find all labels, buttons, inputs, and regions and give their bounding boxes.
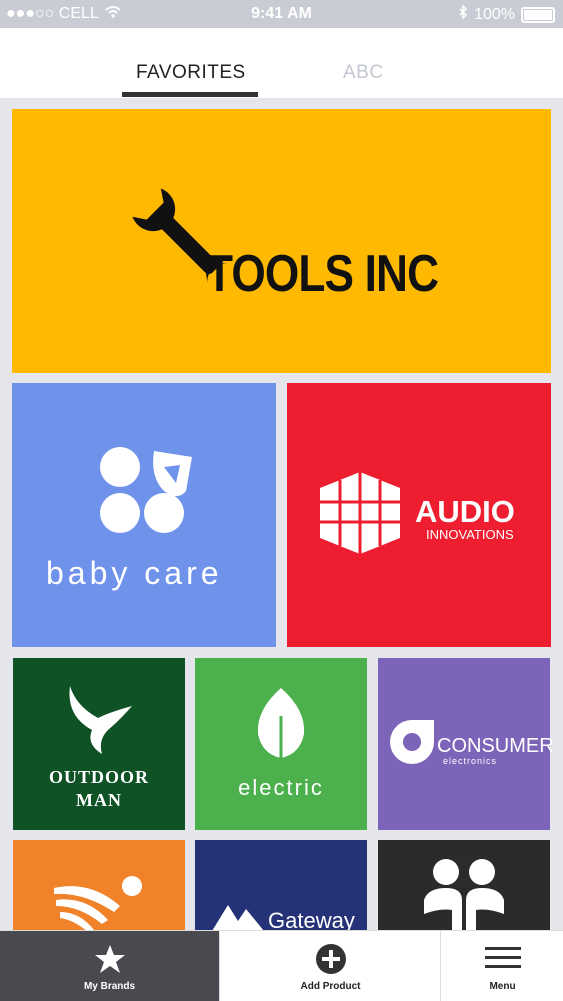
plus-circle-icon (315, 944, 346, 974)
electric-logo-text: electric (238, 775, 324, 800)
tab-my-brands[interactable]: My Brands (0, 931, 219, 1001)
brand-tile-tools-inc[interactable] (12, 109, 551, 373)
leaf-icon (257, 688, 305, 764)
consumer-logo-subtext: electronics (443, 756, 498, 766)
consumer-logo-text: CONSUMER (437, 735, 554, 757)
star-icon (94, 945, 125, 973)
status-right: 100% (459, 4, 555, 24)
active-tab-indicator (122, 92, 258, 97)
c-logo-icon (390, 720, 434, 764)
tools-inc-logo-text: TOOLS INC (206, 245, 439, 303)
clover-icon (100, 447, 192, 533)
bluetooth-icon (459, 4, 468, 24)
bird-icon (69, 686, 132, 754)
tab-my-brands-label: My Brands (83, 981, 136, 992)
outdoor-man-logo-text: OUTDOOR MAN (13, 766, 185, 812)
outdoor-line-2: MAN (76, 790, 122, 810)
people-icon (424, 859, 504, 930)
outdoor-line-1: OUTDOOR (48, 767, 149, 787)
tab-add-product[interactable]: Add Product (219, 931, 441, 1001)
mountain-icon (212, 905, 264, 931)
status-bar: ●●●○○ CELL 9:41 AM 100% (0, 0, 563, 28)
tab-favorites[interactable]: FAVORITES (136, 62, 246, 84)
tab-bar: FAVORITES ABC (0, 28, 563, 98)
battery-icon (521, 6, 555, 23)
tab-add-product-label: Add Product (300, 981, 361, 992)
hamburger-icon (484, 947, 521, 968)
tab-abc[interactable]: ABC (343, 62, 384, 84)
bottom-tab-bar: My Brands Add Product Menu (0, 930, 563, 1001)
audio-logo-text: AUDIO (415, 494, 515, 529)
baby-care-logo-text: baby care (46, 555, 223, 591)
cube-logo-icon (320, 472, 400, 554)
swoosh-figure-icon (54, 876, 142, 932)
battery-percent: 100% (474, 5, 515, 23)
tab-menu-label: Menu (489, 981, 516, 992)
tab-menu[interactable]: Menu (440, 931, 563, 1001)
audio-logo-subtext: INNOVATIONS (426, 527, 514, 542)
